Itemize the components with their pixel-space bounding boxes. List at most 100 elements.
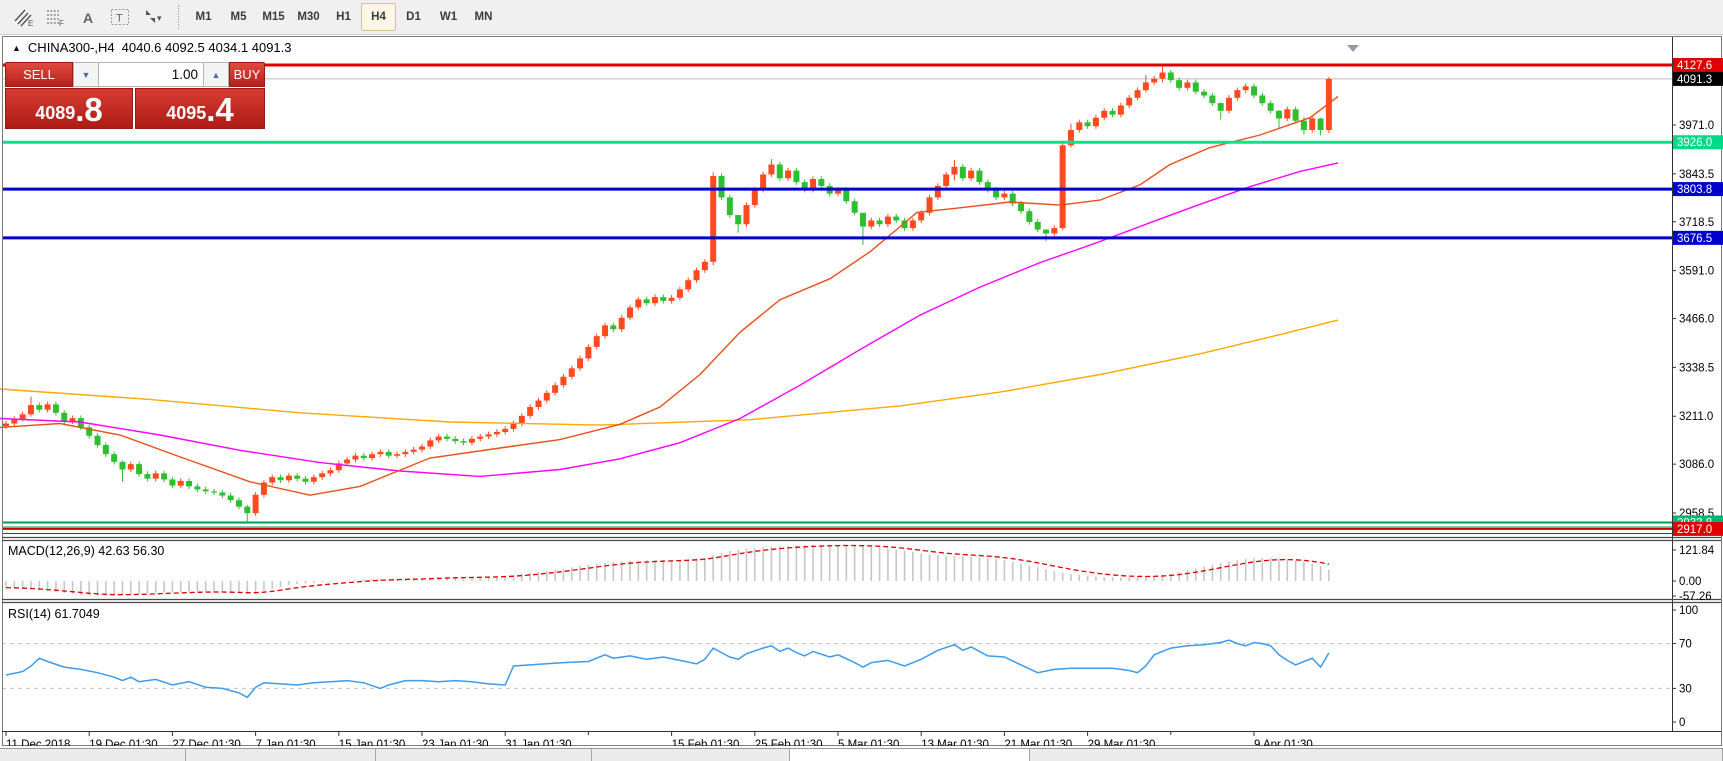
- candle-body: [1209, 95, 1216, 104]
- candle-body: [252, 494, 259, 514]
- price-tick-label-3843.5: 3843.5: [1679, 169, 1714, 181]
- candle-body: [19, 414, 26, 419]
- candle-body: [427, 440, 434, 447]
- candle-body: [277, 477, 284, 481]
- arrows-tool-button[interactable]: ▾: [138, 3, 166, 31]
- candle-body: [943, 174, 950, 186]
- candle-body: [1309, 118, 1316, 130]
- candle-body: [443, 436, 450, 439]
- text-label-tool-button[interactable]: T: [106, 3, 134, 31]
- candle-body: [1167, 72, 1174, 81]
- candle-body: [310, 477, 317, 482]
- timeframe-button-m1[interactable]: M1: [186, 3, 221, 31]
- bottom-tab-1[interactable]: [186, 749, 376, 761]
- date-label: 23 Jan 01:30: [422, 739, 489, 746]
- candle-body: [102, 444, 109, 455]
- volume-input[interactable]: [99, 62, 203, 87]
- candle-body: [1126, 97, 1133, 106]
- candle-body: [1251, 86, 1257, 96]
- candle-body: [344, 459, 351, 464]
- candle-body: [69, 418, 76, 422]
- bottom-tab-4[interactable]: [790, 749, 1030, 761]
- bottom-tab-2[interactable]: [376, 749, 592, 761]
- timeframe-button-mn[interactable]: MN: [466, 3, 501, 31]
- date-label: 25 Feb 01:30: [755, 739, 823, 746]
- candle-body: [1018, 203, 1025, 212]
- candle-body: [726, 197, 733, 216]
- timeframe-button-h4[interactable]: H4: [361, 3, 396, 31]
- svg-text:E: E: [28, 19, 33, 27]
- candle-body: [918, 212, 925, 221]
- candle-body: [235, 500, 242, 507]
- candle-body: [169, 479, 176, 486]
- candle-body: [468, 438, 475, 443]
- timeframe-button-h1[interactable]: H1: [326, 3, 361, 31]
- candle-body: [1226, 97, 1233, 111]
- collapse-panel-icon[interactable]: ▲: [12, 43, 21, 53]
- candle-body: [44, 404, 51, 410]
- candle-body: [859, 212, 866, 227]
- bottom-tab-0[interactable]: [0, 749, 186, 761]
- bottom-tab-5[interactable]: [1030, 749, 1723, 761]
- candle-body: [876, 220, 883, 225]
- candle-body: [1076, 122, 1083, 130]
- candle-body: [818, 179, 825, 186]
- candle-body: [369, 454, 376, 459]
- equidistant-channel-tool-button[interactable]: E: [10, 3, 38, 31]
- timeframe-button-m30[interactable]: M30: [291, 3, 326, 31]
- timeframe-button-m15[interactable]: M15: [256, 3, 291, 31]
- candle-body: [735, 215, 742, 225]
- candle-body: [119, 461, 126, 470]
- timeframe-button-d1[interactable]: D1: [396, 3, 431, 31]
- sell-price-button[interactable]: 4089.8: [5, 88, 133, 129]
- price-badge-label-4091.3: 4091.3: [1677, 74, 1712, 86]
- candle-body: [1259, 95, 1266, 104]
- buy-price-button[interactable]: 4095.4: [135, 88, 265, 129]
- fibonacci-tool-button[interactable]: F: [42, 3, 70, 31]
- candle-body: [1043, 229, 1049, 234]
- bottom-tab-3[interactable]: [592, 749, 790, 761]
- slow-moving-average-line: [0, 319, 1339, 426]
- candle-body: [1092, 117, 1099, 127]
- price-badge-label-4127.6: 4127.6: [1677, 60, 1712, 72]
- candle-body: [211, 491, 217, 493]
- candle-body: [136, 464, 143, 475]
- candle-body: [502, 428, 509, 432]
- candle-body: [111, 454, 118, 462]
- buy-button[interactable]: BUY: [229, 62, 265, 87]
- candle-body: [1034, 221, 1041, 230]
- text-label-tool-icon: T: [111, 9, 129, 25]
- candle-body: [1234, 90, 1241, 98]
- candle-body: [1242, 86, 1249, 91]
- candle-body: [27, 405, 34, 415]
- timeframe-button-w1[interactable]: W1: [431, 3, 466, 31]
- sell-button[interactable]: SELL: [5, 62, 73, 87]
- date-label: 19 Dec 01:30: [89, 739, 157, 746]
- candle-body: [685, 280, 692, 290]
- timeframe-button-m5[interactable]: M5: [221, 3, 256, 31]
- candle-body: [843, 189, 850, 202]
- price-badge-label-3926.0: 3926.0: [1677, 137, 1712, 149]
- macd-axis-label-121.84: 121.84: [1679, 545, 1715, 557]
- volume-increase-button[interactable]: ▲: [203, 62, 229, 87]
- timeframe-buttons-group: M1 M5 M15 M30 H1 H4 D1 W1 MN: [186, 3, 501, 31]
- candle-body: [776, 164, 783, 179]
- svg-text:▾: ▾: [157, 13, 162, 23]
- price-tick-label-3338.5: 3338.5: [1679, 362, 1714, 374]
- candle-body: [1300, 120, 1307, 130]
- chart-shift-marker-icon: [1347, 45, 1359, 52]
- one-click-trading-panel: SELL ▼ ▲ BUY 4089.8 4095.4: [5, 62, 265, 129]
- chart-title-row: ▲ CHINA300-,H4 4040.6 4092.5 4034.1 4091…: [12, 40, 292, 55]
- candle-body: [635, 299, 642, 308]
- candle-body: [993, 189, 1000, 198]
- candle-body: [543, 392, 550, 401]
- chart-symbol-title: CHINA300-,H4: [27, 40, 115, 55]
- price-tick-label-3718.5: 3718.5: [1679, 217, 1714, 229]
- candle-body: [186, 481, 193, 487]
- volume-decrease-button[interactable]: ▼: [73, 62, 99, 87]
- candle-body: [302, 478, 309, 482]
- text-tool-button[interactable]: A: [74, 3, 102, 31]
- candle-body: [585, 346, 592, 359]
- chart-canvas[interactable]: 3971.0 3843.5 3718.5 3591.0 3466.0 3338.5 3211…: [0, 36, 1723, 746]
- candle-body: [294, 475, 301, 479]
